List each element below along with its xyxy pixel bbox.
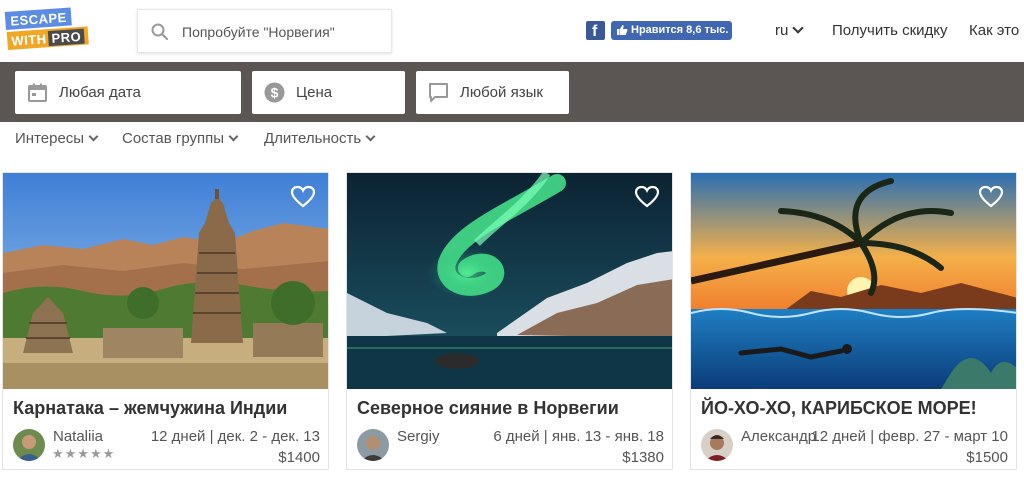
- guide-avatar[interactable]: [13, 429, 45, 461]
- thumbs-up-icon: [617, 25, 628, 35]
- tour-dates: 12 дней | февр. 27 - март 10: [811, 428, 1008, 445]
- chevron-down-icon: [365, 131, 376, 142]
- tour-price: $1500: [966, 449, 1008, 466]
- tour-title[interactable]: Северное сияние в Норвегии: [357, 398, 619, 419]
- dollar-icon: $: [264, 82, 285, 103]
- price-filter[interactable]: $ Цена: [252, 71, 405, 114]
- guide-avatar[interactable]: [357, 429, 389, 461]
- heart-icon[interactable]: [978, 185, 1004, 209]
- tour-title[interactable]: ЙО-ХО-ХО, КАРИБСКОЕ МОРЕ!: [701, 398, 977, 419]
- facebook-like-label: Нравится 8,6 тыс.: [631, 24, 729, 36]
- tour-dates: 6 дней | янв. 13 - янв. 18: [493, 428, 664, 445]
- duration-label: Длительность: [264, 130, 362, 147]
- facebook-like-button[interactable]: Нравится 8,6 тыс.: [611, 21, 732, 40]
- nav-how-it-works[interactable]: Как это р: [969, 22, 1024, 39]
- tour-card[interactable]: Карнатака – жемчужина Индии Nataliia ★★★…: [2, 172, 329, 470]
- tour-card[interactable]: Северное сияние в Норвегии Sergiy 6 дней…: [346, 172, 673, 470]
- sub-filters: Интересы Состав группы Длительность: [0, 122, 1024, 156]
- logo-pro: PRO: [48, 28, 85, 47]
- search-input[interactable]: [182, 20, 382, 44]
- price-filter-label: Цена: [296, 84, 333, 101]
- rating-stars: ★★★★★: [52, 446, 116, 461]
- date-filter-label: Любая дата: [59, 84, 141, 101]
- guide-name[interactable]: Александр: [741, 428, 816, 445]
- logo[interactable]: ESCAPE WITH PRO: [4, 7, 96, 56]
- language-label: ru: [775, 22, 789, 39]
- tour-image[interactable]: [691, 173, 1016, 389]
- date-filter[interactable]: Любая дата: [15, 71, 241, 114]
- group-label: Состав группы: [122, 130, 225, 147]
- heart-icon[interactable]: [290, 185, 316, 209]
- tour-dates: 12 дней | дек. 2 - дек. 13: [150, 428, 320, 445]
- interests-dropdown[interactable]: Интересы: [15, 130, 99, 147]
- facebook-icon[interactable]: f: [586, 21, 605, 40]
- filter-bar: Любая дата $ Цена Любой язык: [0, 62, 1024, 122]
- calendar-icon: [28, 83, 47, 102]
- language-filter-label: Любой язык: [460, 84, 543, 101]
- language-selector[interactable]: ru: [775, 22, 805, 39]
- guide-name[interactable]: Sergiy: [397, 428, 440, 445]
- logo-line2: WITH PRO: [6, 26, 89, 50]
- duration-dropdown[interactable]: Длительность: [264, 130, 376, 147]
- tour-image[interactable]: [347, 173, 672, 389]
- tour-price: $1400: [278, 449, 320, 466]
- tour-image[interactable]: [3, 173, 328, 389]
- guide-name[interactable]: Nataliia: [53, 428, 103, 445]
- group-dropdown[interactable]: Состав группы: [122, 130, 239, 147]
- tour-card[interactable]: ЙО-ХО-ХО, КАРИБСКОЕ МОРЕ! Александр 12 д…: [690, 172, 1017, 470]
- interests-label: Интересы: [15, 130, 85, 147]
- guide-avatar[interactable]: [701, 429, 733, 461]
- header: ESCAPE WITHPRO f Нравится 8,6 тыс. ru По…: [0, 0, 1024, 62]
- language-filter[interactable]: Любой язык: [416, 71, 569, 114]
- logo-with: WITH: [10, 31, 48, 49]
- tour-title[interactable]: Карнатака – жемчужина Индии: [13, 398, 287, 419]
- search-icon: [151, 23, 169, 41]
- heart-icon[interactable]: [634, 185, 660, 209]
- chevron-down-icon: [88, 131, 99, 142]
- search-box[interactable]: [137, 9, 392, 53]
- svg-text:$: $: [271, 85, 279, 101]
- logo-line1: ESCAPE: [4, 7, 73, 31]
- chevron-down-icon: [228, 131, 239, 142]
- tour-price: $1380: [622, 449, 664, 466]
- chevron-down-icon: [792, 22, 805, 34]
- speech-bubble-icon: [429, 83, 448, 102]
- nav-get-discount[interactable]: Получить скидку: [832, 22, 948, 39]
